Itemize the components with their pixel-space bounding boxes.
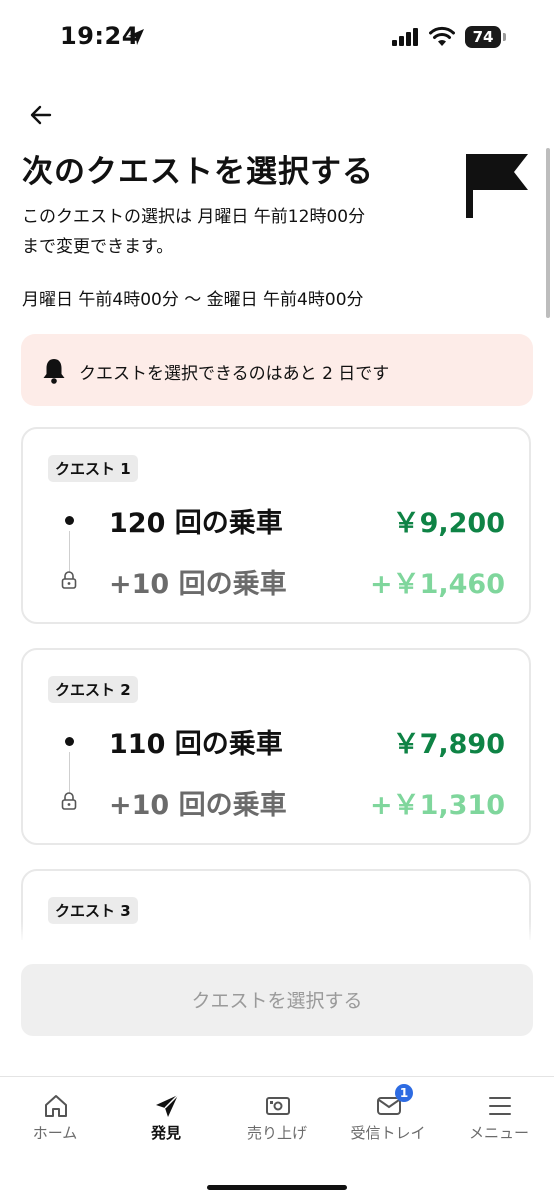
back-arrow-icon[interactable] [26, 100, 56, 130]
tab-label: 売り上げ [246, 1124, 307, 1142]
page-title: 次のクエストを選択する [22, 154, 374, 190]
battery-tip [503, 33, 506, 41]
bonus-reward-amount: +￥1,310 [369, 790, 505, 821]
tier-dot [65, 737, 74, 746]
tab-bar: ホーム 発見 売り上げ 1 受信トレイ メニュー [0, 1076, 554, 1201]
quest-card-1[interactable]: クエスト 1 120 回の乗車 ￥9,200 +10 回の乗車 +￥1,460 [21, 427, 531, 624]
home-indicator [207, 1185, 347, 1190]
quest-card-2[interactable]: クエスト 2 110 回の乗車 ￥7,890 +10 回の乗車 +￥1,310 [21, 648, 531, 845]
tier-connector [69, 531, 70, 573]
scrollbar[interactable] [546, 148, 550, 318]
quest-tag: クエスト 2 [48, 676, 138, 703]
deadline-line-1: このクエストの選択は 月曜日 午前12時00分 [22, 207, 366, 227]
battery-level: 74 [465, 26, 501, 48]
compass-icon [156, 1094, 179, 1117]
lock-icon [61, 571, 77, 589]
bonus-reward-amount: +￥1,460 [369, 569, 505, 600]
tab-discover[interactable]: 発見 [111, 1077, 221, 1157]
tab-label: 受信トレイ [350, 1124, 426, 1142]
ride-target: 120 回の乗車 [109, 508, 283, 539]
tab-earnings[interactable]: 売り上げ [222, 1077, 332, 1157]
notice-text: クエストを選択できるのはあと 2 日です [79, 364, 390, 384]
battery-indicator: 74 [465, 26, 507, 48]
deadline-line-2: まで変更できます。 [22, 237, 174, 257]
money-icon [266, 1097, 290, 1115]
lock-icon [61, 792, 77, 810]
selection-notice: クエストを選択できるのはあと 2 日です [21, 334, 533, 406]
reward-amount: ￥7,890 [392, 729, 505, 760]
tab-label: メニュー [468, 1124, 529, 1142]
select-quest-button[interactable]: クエストを選択する [21, 964, 533, 1036]
reward-amount: ￥9,200 [392, 508, 505, 539]
menu-icon [489, 1097, 511, 1115]
location-arrow-icon [128, 29, 144, 45]
tab-menu[interactable]: メニュー [444, 1077, 554, 1157]
tier-dot [65, 516, 74, 525]
selection-deadline: このクエストの選択は 月曜日 午前12時00分 まで変更できます。 [22, 202, 442, 262]
unread-badge: 1 [395, 1084, 413, 1102]
tab-label: 発見 [150, 1124, 181, 1142]
cellular-signal-icon [392, 28, 418, 46]
flag-icon [466, 154, 528, 218]
tab-inbox[interactable]: 1 受信トレイ [333, 1077, 443, 1157]
bonus-ride-target: +10 回の乗車 [109, 790, 287, 821]
ride-target: 110 回の乗車 [109, 729, 283, 760]
home-icon [45, 1095, 67, 1117]
quest-tag: クエスト 1 [48, 455, 138, 482]
tab-home[interactable]: ホーム [0, 1077, 110, 1157]
tier-connector [69, 752, 70, 794]
quest-period: 月曜日 午前4時00分 〜 金曜日 午前4時00分 [22, 290, 364, 310]
wifi-icon [429, 26, 455, 46]
tab-label: ホーム [32, 1124, 78, 1142]
status-bar: 19:24 74 [0, 0, 554, 78]
bonus-ride-target: +10 回の乗車 [109, 569, 287, 600]
quest-tag: クエスト 3 [48, 897, 138, 924]
bell-icon [43, 359, 65, 384]
